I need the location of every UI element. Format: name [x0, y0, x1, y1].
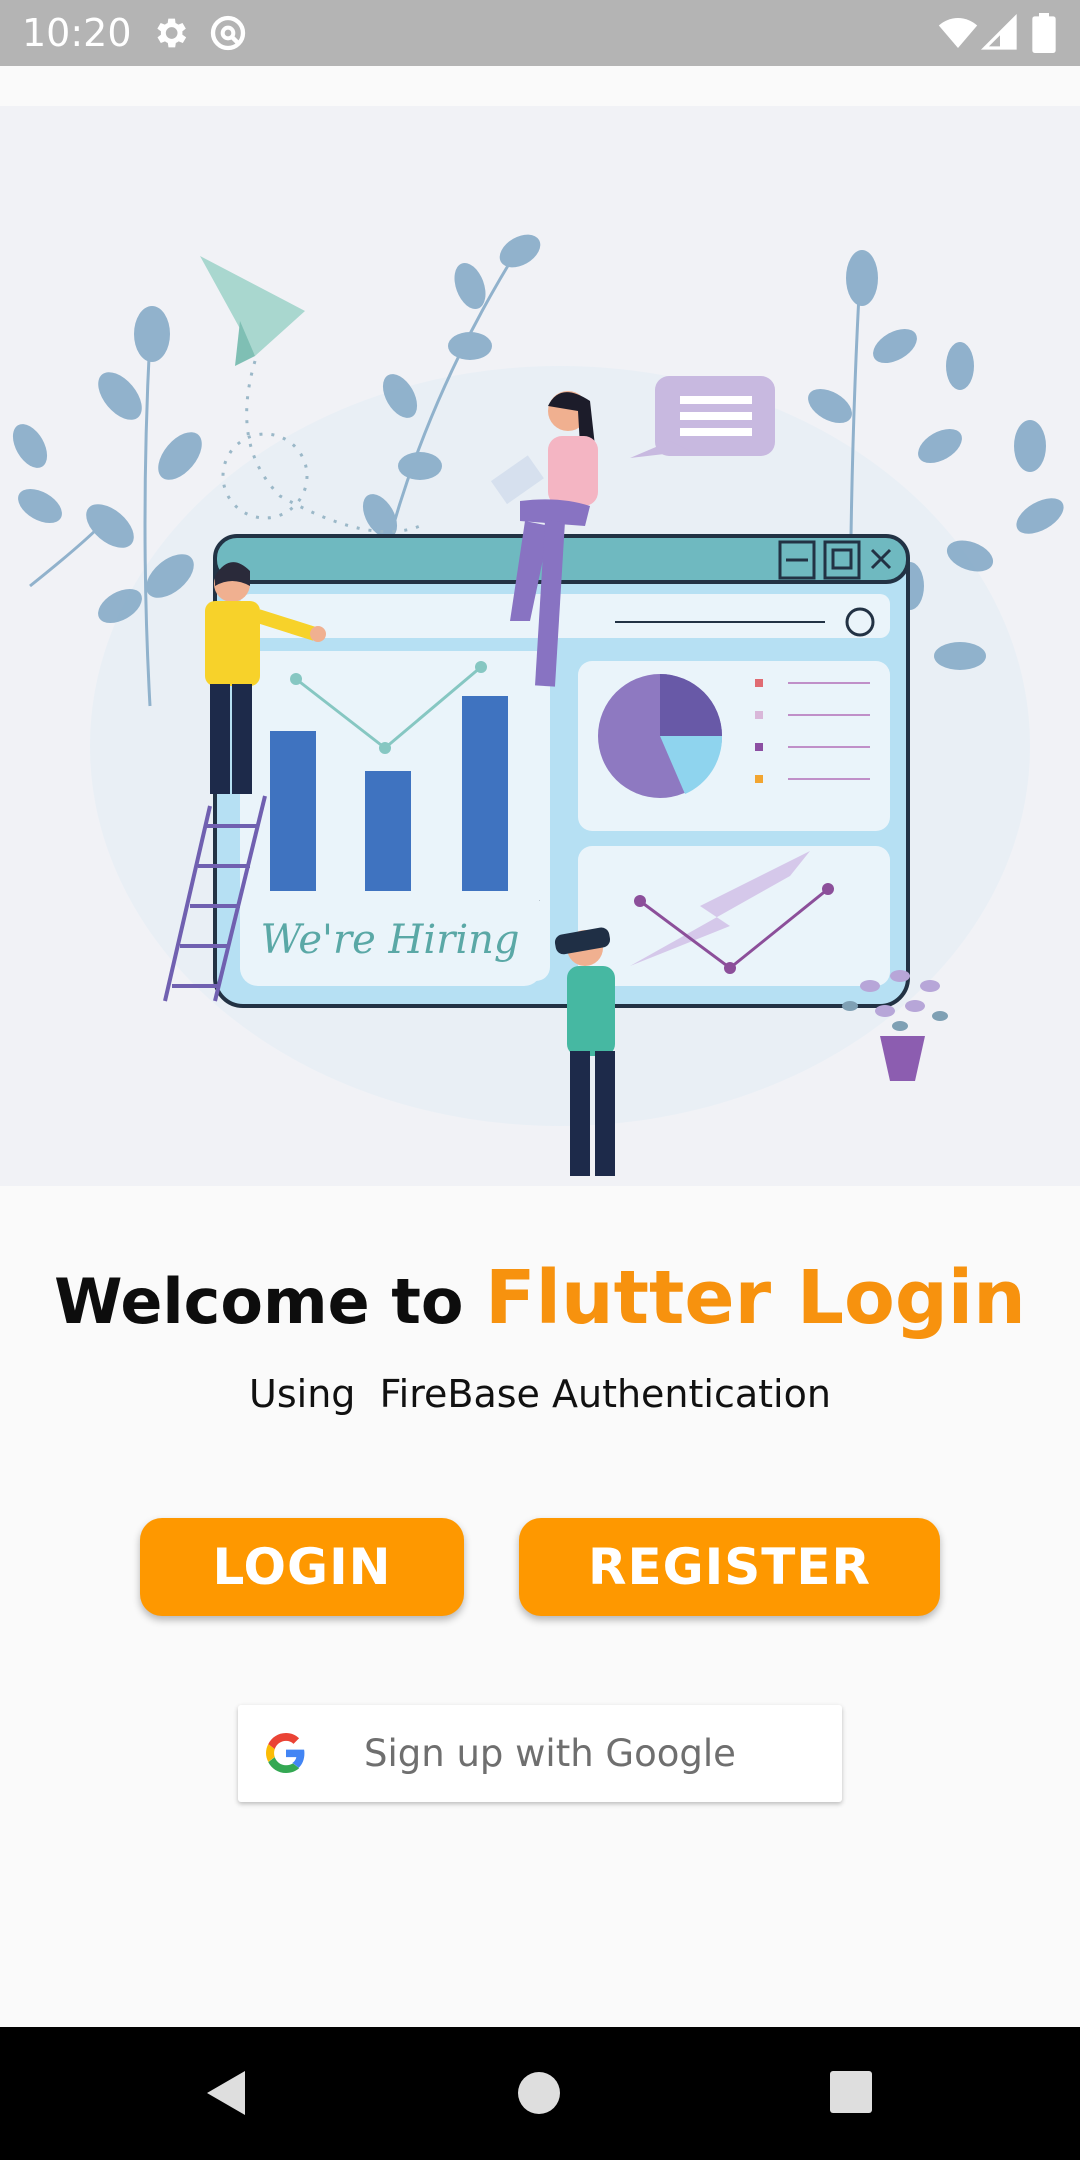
app-bar: [0, 66, 1080, 106]
login-button[interactable]: LOGIN: [140, 1518, 464, 1616]
battery-icon: [1032, 13, 1056, 53]
google-signup-label: Sign up with Google: [364, 1732, 736, 1775]
status-time: 10:20: [22, 11, 132, 55]
cell-signal-icon: [980, 13, 1017, 50]
hiring-illustration: We're Hiring: [12, 234, 1064, 1176]
subtitle: Using FireBase Authentication: [249, 1372, 831, 1416]
recents-icon[interactable]: [830, 2071, 872, 2113]
hero-illustration: We're Hiring: [0, 106, 1080, 1186]
gear-icon: [157, 18, 187, 48]
status-bar: 10:20: [0, 0, 1080, 66]
register-button[interactable]: REGISTER: [519, 1518, 940, 1616]
wifi-icon: [938, 18, 978, 48]
hiring-banner-text: We're Hiring: [261, 917, 520, 963]
sync-icon: [210, 15, 246, 51]
app-name: Flutter Login: [485, 1255, 1026, 1341]
google-logo-icon: [266, 1733, 305, 1773]
navigation-bar: [0, 2027, 1080, 2160]
back-icon[interactable]: [203, 2067, 247, 2119]
welcome-title: Welcome to Flutter Login: [0, 1255, 1080, 1341]
google-signup-button[interactable]: Sign up with Google: [238, 1705, 842, 1802]
home-icon[interactable]: [517, 2071, 561, 2115]
welcome-prefix: Welcome to: [54, 1265, 486, 1338]
